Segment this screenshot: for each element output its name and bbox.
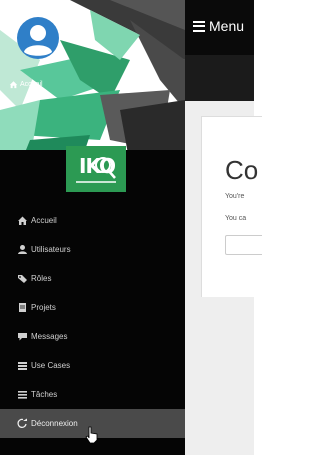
user-avatar-icon[interactable] [17, 17, 59, 59]
text-input[interactable] [225, 235, 262, 255]
hand-cursor-icon [85, 426, 98, 444]
document-icon [17, 302, 28, 313]
sidebar-item-accueil[interactable]: Accueil [0, 206, 185, 235]
app-logo[interactable]: IKO [66, 146, 126, 192]
sidebar-item-label: Accueil [31, 216, 57, 225]
breadcrumb-home-label: Accueil [20, 81, 43, 88]
sidebar-item-taches[interactable]: Tâches [0, 380, 185, 409]
sidebar-item-label: Use Cases [31, 361, 71, 370]
sidebar: IKO Accueil Utilisateurs Rôles Projets M… [0, 0, 185, 455]
sidebar-item-label: Tâches [31, 390, 58, 399]
menu-toggle-button[interactable]: Menu [193, 16, 244, 36]
sidebar-item-label: Rôles [31, 274, 52, 283]
sidebar-item-projets[interactable]: Projets [0, 293, 185, 322]
sidebar-nav: Accueil Utilisateurs Rôles Projets Messa… [0, 206, 185, 438]
sidebar-item-label: Déconnexion [31, 419, 78, 428]
sidebar-item-utilisateurs[interactable]: Utilisateurs [0, 235, 185, 264]
magnifier-icon [76, 157, 116, 183]
top-navbar: Menu [185, 0, 254, 55]
intro-text-2: You ca [225, 215, 247, 222]
sidebar-item-label: Projets [31, 303, 56, 312]
content-card: Co You're You ca [201, 116, 262, 297]
layers-icon [17, 360, 28, 371]
breadcrumb-bar [185, 55, 254, 101]
menu-label: Menu [209, 18, 245, 34]
list-icon [17, 389, 28, 400]
sidebar-item-roles[interactable]: Rôles [0, 264, 185, 293]
home-icon [9, 81, 18, 89]
logout-icon [17, 418, 28, 429]
home-icon [17, 215, 28, 226]
breadcrumb[interactable]: Accueil [9, 80, 43, 89]
page-title: Co [225, 155, 259, 185]
sidebar-item-label: Utilisateurs [31, 245, 71, 254]
comment-icon [17, 331, 28, 342]
sidebar-item-messages[interactable]: Messages [0, 322, 185, 351]
user-icon [17, 244, 28, 255]
sidebar-item-use-cases[interactable]: Use Cases [0, 351, 185, 380]
hamburger-icon [193, 20, 205, 32]
sidebar-item-label: Messages [31, 332, 68, 341]
tags-icon [17, 273, 28, 284]
intro-text-1: You're [225, 193, 245, 200]
